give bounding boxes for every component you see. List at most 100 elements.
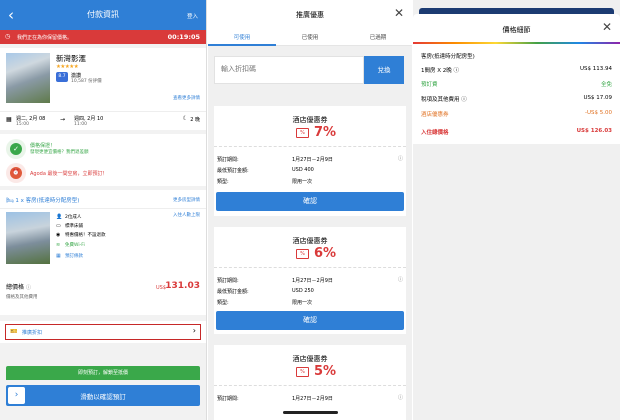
breakdown-label: 預訂費 — [421, 82, 438, 88]
price-hold-timer: ◷ 我們正在為你保留價格。 00:19:05 — [0, 30, 206, 44]
hotel-card: 新灣影滙 ★★★★★ 8.7 激讚 10,587 份評價 查看更多詳情 ▦ 週二… — [0, 48, 206, 130]
wifi-icon: ≋ — [56, 242, 61, 248]
breakdown-value: -US$ 5.00 — [585, 110, 612, 116]
room-feature: ▭ 標準床鋪 — [56, 223, 83, 229]
room-heading: 🛏 1 x 客房(抵達時分配房型) — [6, 196, 79, 204]
coupon-tabs: 可使用 已使用 已過期 — [208, 30, 412, 46]
room-details-link[interactable]: 更多房型詳情 — [173, 197, 200, 203]
close-icon[interactable]: ✕ — [602, 20, 612, 34]
alarm-icon: ⏰ — [10, 167, 22, 179]
calendar-icon: ▦ — [6, 116, 12, 123]
room-feature-text: 免費Wi-Fi — [65, 243, 85, 248]
divider — [0, 208, 206, 209]
price-breakdown-panel: 價格細節 ✕ 客房(抵達時分配房型) 1間房 X 2晚 ⓘ US$ 113.94 預訂… — [413, 0, 620, 420]
type-label: 類型: — [217, 300, 229, 306]
divider — [214, 267, 406, 268]
period-label: 預訂期間: — [217, 396, 239, 402]
check-icon: ✓ — [10, 143, 22, 155]
promo-discount-row[interactable]: 🎫 推廣折扣 › — [5, 324, 201, 340]
discount-tag-icon: % — [296, 367, 309, 377]
info-icon[interactable]: ⓘ — [398, 155, 403, 162]
guarantee-badge: ✓ — [6, 139, 26, 159]
tab-used[interactable]: 已使用 — [276, 33, 344, 41]
checkout-time: 11:00 — [74, 122, 87, 127]
tab-available[interactable]: 可使用 — [208, 33, 276, 41]
room-feature[interactable]: ▦ 預訂條款 — [56, 253, 83, 259]
review-count: 10,587 份評價 — [71, 79, 102, 84]
chevron-right-icon: › — [192, 326, 196, 335]
coupon-percent: 5% — [314, 364, 337, 379]
room-feature-text: 標準床鋪 — [65, 224, 83, 229]
stay-dates: ▦ 週二, 2月 08 15:00 → 週四, 2月 10 11:00 ☾ 2 … — [0, 111, 206, 130]
confirm-button[interactable]: 確認 — [216, 192, 404, 211]
type-label: 類型: — [217, 179, 229, 185]
info-icon[interactable]: ⓘ — [26, 285, 31, 291]
coupons-header: 推廣優惠 ✕ — [208, 0, 412, 30]
night-count: 2 晚 — [190, 117, 200, 123]
min-amount-label: 最低預訂金額: — [217, 289, 249, 295]
room-feature: ◉ 特惠價格！不設退款 — [56, 232, 106, 238]
coupon-card: 酒店優惠券 % 7% 預訂期間: 1月27日－2月9日 ⓘ 最低預訂金額: US… — [214, 106, 406, 216]
promo-code-field — [214, 56, 364, 84]
promo-discount-label: 推廣折扣 — [22, 330, 43, 336]
max-occupancy-link[interactable]: 入住人數上限 — [173, 212, 200, 218]
room-feature: ≋ 免費Wi-Fi — [56, 242, 85, 248]
active-tab-indicator — [208, 44, 276, 46]
room-heading-text: 1 x 客房(抵達時分配房型) — [15, 198, 80, 204]
room-feature: 👤 2位成人 — [56, 214, 81, 220]
home-indicator — [283, 411, 338, 414]
guarantee-title: 價格保證！ — [30, 143, 56, 149]
close-icon[interactable]: ✕ — [394, 6, 404, 20]
tab-expired[interactable]: 已過期 — [344, 33, 412, 41]
breakdown-row: 入住總價格 US$ 126.03 — [421, 128, 612, 136]
book-now-banner: 即刻預訂，解鎖至抵價 — [6, 366, 200, 380]
discount-tag-icon: % — [296, 249, 309, 259]
payment-panel: ‹ 付款資訊 登入 ◷ 我們正在為你保留價格。 00:19:05 新灣影滙 ★★… — [0, 0, 207, 420]
room-info-icon: ▦ — [56, 253, 61, 259]
urgency-badge: ⏰ — [6, 163, 26, 183]
period-label: 預訂期間: — [217, 157, 239, 163]
room-feature-text: 預訂條款 — [65, 254, 83, 259]
coupon-period: 1月27日－2月9日 — [292, 278, 333, 284]
moon-icon: ☾ — [182, 115, 188, 122]
breakdown-label: 入住總價格 — [421, 130, 449, 136]
arrow-right-icon: → — [60, 116, 66, 123]
breakdown-row: 1間房 X 2晚 ⓘ US$ 113.94 — [421, 66, 612, 74]
coupon-min-amount: USD 250 — [292, 288, 314, 294]
breakdown-label: 客房(抵達時分配房型) — [421, 54, 475, 60]
total-price: 131.03 — [165, 281, 200, 291]
redeem-button[interactable]: 兌換 — [364, 56, 404, 84]
room-feature-text: 特惠價格！不設退款 — [65, 233, 106, 238]
see-details-link[interactable]: 查看更多詳情 — [173, 95, 200, 101]
guarantee-subtitle: 發現更便宜價格？我們退差額 — [30, 150, 89, 155]
breakdown-row: 客房(抵達時分配房型) — [421, 52, 612, 60]
timer-message: 我們正在為你保留價格。 — [17, 35, 73, 41]
divider — [214, 146, 406, 147]
slide-to-confirm-button[interactable]: › 滑動以確認預訂 — [6, 385, 200, 406]
breakdown-row: 稅項及其他費用 ⓘ US$ 17.09 — [421, 95, 612, 103]
breakdown-row: 預訂費 全免 — [421, 80, 612, 88]
coupon-percent: 6% — [314, 246, 337, 261]
coupons-title: 推廣優惠 — [296, 11, 324, 19]
info-icon[interactable]: ⓘ — [398, 394, 403, 401]
checkout-date: 週四, 2月 10 — [74, 116, 104, 122]
breakdown-label: 1間房 X 2晚 ⓘ — [421, 68, 460, 74]
breakdown-label: 酒店優惠券 — [421, 112, 449, 118]
breakdown-title: 價格細節 — [502, 26, 531, 34]
promo-card: 🎫 推廣折扣 › — [0, 321, 206, 343]
min-amount-label: 最低預訂金額: — [217, 168, 249, 174]
checkin-date: 週二, 2月 08 — [16, 116, 46, 122]
hotel-name: 新灣影滙 — [56, 54, 86, 63]
bed-icon: ▭ — [56, 223, 61, 229]
confirm-button[interactable]: 確認 — [216, 311, 404, 330]
review-score: 8.7 — [56, 72, 68, 82]
promo-code-input[interactable] — [221, 65, 359, 73]
info-icon[interactable]: ⓘ — [398, 276, 403, 283]
login-link[interactable]: 登入 — [187, 12, 198, 20]
breakdown-value: US$ 113.94 — [579, 66, 612, 72]
coupon-type: 限用一次 — [292, 300, 313, 306]
breakdown-value: US$ 17.09 — [583, 95, 612, 101]
hotel-photo — [6, 53, 50, 103]
coupon-title: 酒店優惠券 — [292, 355, 328, 363]
divider — [214, 385, 406, 386]
